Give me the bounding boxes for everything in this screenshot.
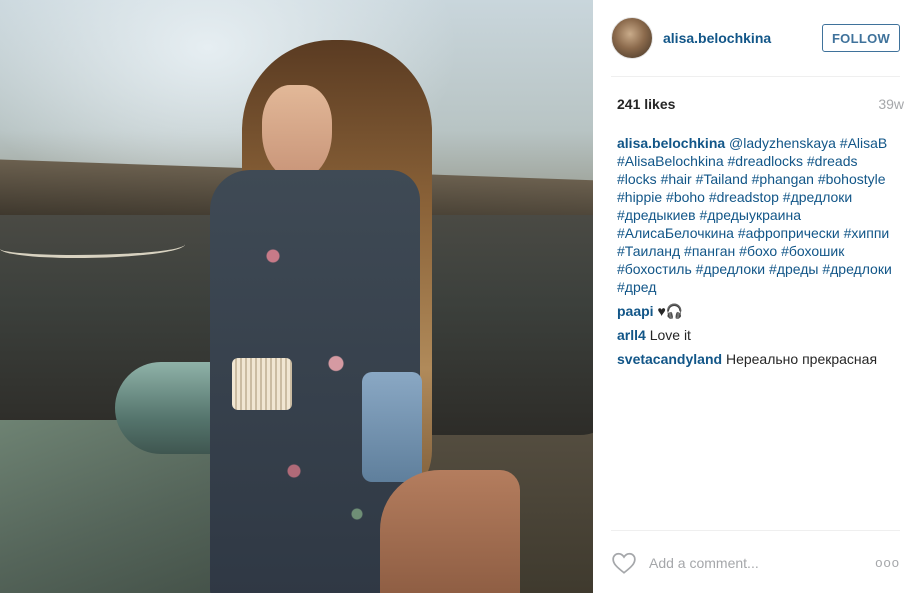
caption-username[interactable]: alisa.belochkina	[617, 135, 725, 151]
likes-count[interactable]: 241 likes	[617, 96, 675, 112]
avatar[interactable]	[611, 17, 653, 59]
follow-button[interactable]: FOLLOW	[822, 24, 900, 52]
photo-face	[262, 85, 332, 180]
comment-text: Нереально прекрасная	[722, 351, 878, 367]
photo-shorts	[362, 372, 422, 482]
post-photo[interactable]	[0, 0, 593, 593]
post-stats: 241 likes 39w	[617, 96, 904, 112]
comment-text: ♥🎧	[653, 303, 684, 319]
comment-item: arll4 Love it	[617, 326, 899, 344]
comment-item: paapi ♥🎧	[617, 302, 899, 320]
header-username[interactable]: alisa.belochkina	[663, 30, 822, 46]
post-age[interactable]: 39w	[878, 96, 904, 112]
comment-text: Love it	[645, 327, 691, 343]
comment-list: alisa.belochkina @ladyzhenskaya #AlisaB …	[617, 134, 899, 374]
post-header: alisa.belochkina FOLLOW	[611, 0, 900, 77]
comment-item: svetacandyland Нереально прекрасная	[617, 350, 899, 368]
caption: alisa.belochkina @ladyzhenskaya #AlisaB …	[617, 134, 899, 296]
photo-leg	[380, 470, 520, 593]
comment-username[interactable]: paapi	[617, 303, 654, 319]
comment-username[interactable]: svetacandyland	[617, 351, 722, 367]
add-comment-input[interactable]: Add a comment...	[649, 555, 874, 571]
post-sidebar: alisa.belochkina FOLLOW 241 likes 39w al…	[593, 0, 911, 593]
post: alisa.belochkina FOLLOW 241 likes 39w al…	[0, 0, 911, 593]
more-options-icon[interactable]: ooo	[874, 555, 900, 570]
caption-text[interactable]: @ladyzhenskaya #AlisaB #AlisaBelochkina …	[617, 135, 892, 295]
heart-outline-icon[interactable]	[611, 550, 637, 576]
photo-fringe	[232, 358, 292, 410]
comment-username[interactable]: arll4	[617, 327, 646, 343]
add-comment-bar: Add a comment... ooo	[611, 530, 900, 594]
